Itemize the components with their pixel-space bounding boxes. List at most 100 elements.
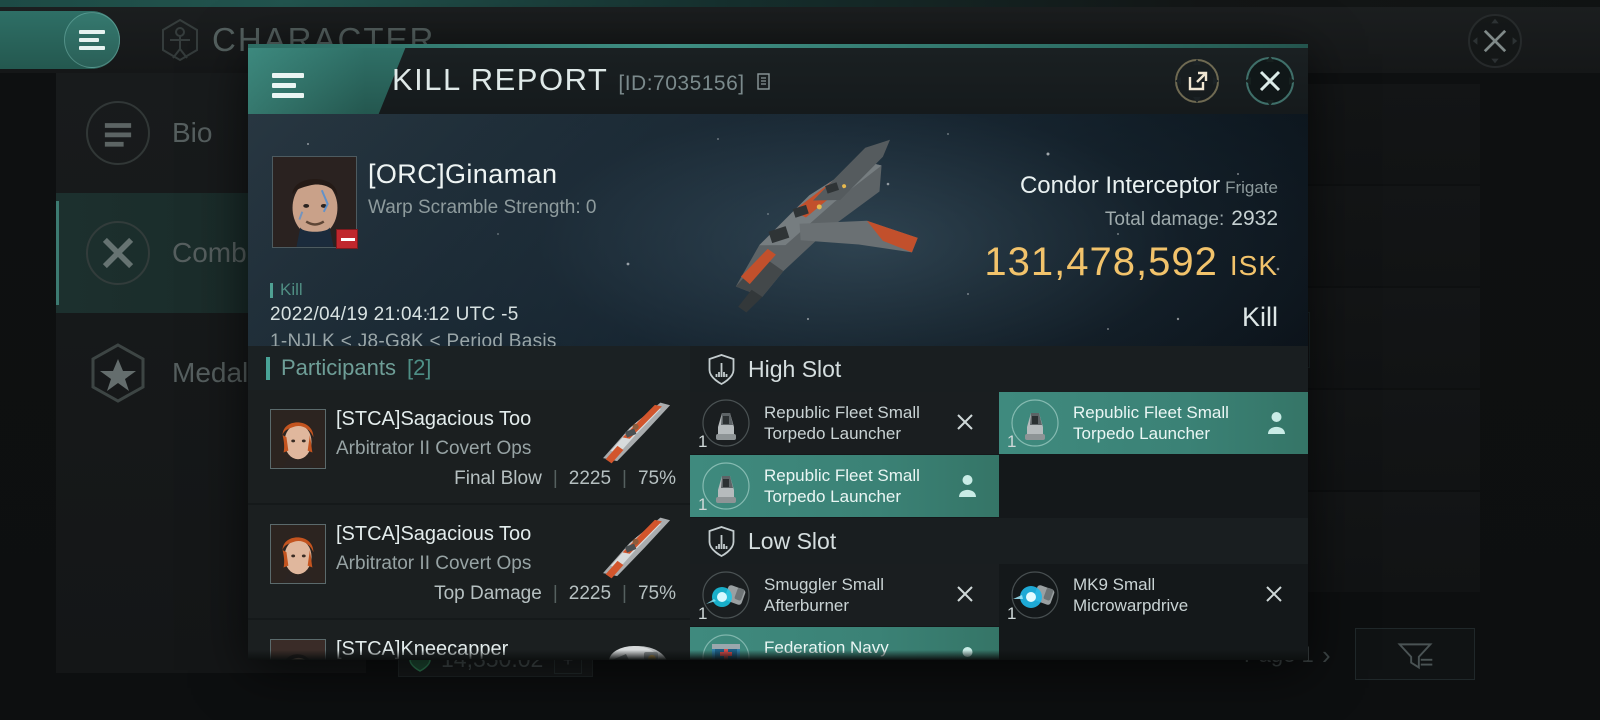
character-hexagon-icon bbox=[162, 18, 198, 62]
participant-stat-label: Top Damage bbox=[434, 583, 542, 604]
module-name: Republic Fleet Small Torpedo Launcher bbox=[1073, 403, 1229, 443]
participants-header: Participants [2] bbox=[248, 346, 690, 390]
x-icon bbox=[957, 586, 973, 602]
shield-slot-icon bbox=[708, 353, 735, 385]
table-row[interactable]: [STCA]Sagacious Too Arbitrator II Covert… bbox=[248, 505, 690, 618]
background-hamburger-menu-button[interactable] bbox=[64, 12, 120, 68]
close-button[interactable] bbox=[1244, 55, 1296, 107]
participant-stats: Final Blow | 2225 | 75% bbox=[454, 468, 676, 490]
avatar bbox=[270, 524, 326, 584]
x-icon bbox=[957, 414, 973, 430]
background-filter-button[interactable] bbox=[1355, 628, 1475, 680]
crossed-swords-icon bbox=[86, 221, 150, 285]
copy-icon[interactable] bbox=[756, 73, 773, 92]
microwarpdrive-icon bbox=[1009, 569, 1061, 621]
participant-portrait bbox=[271, 525, 325, 583]
high-slot-modules: 1 Republic Fleet Small Torpedo Launcher bbox=[690, 392, 1308, 518]
victim-name: [ORC]Ginaman bbox=[368, 159, 558, 189]
participant-percent: 75% bbox=[637, 468, 676, 489]
modal-body: Participants [2] [STCA]Sagacious Too Arb… bbox=[248, 346, 1308, 660]
participant-damage: 2225 bbox=[568, 468, 612, 489]
module-name: Smuggler Small Afterburner bbox=[764, 575, 884, 615]
list-circle-icon bbox=[86, 101, 150, 165]
participant-name: [STCA]Sagacious Too bbox=[336, 523, 532, 545]
participant-stat-label: Final Blow bbox=[454, 468, 542, 489]
slot-section-title: Low Slot bbox=[748, 527, 837, 554]
participant-damage: 2225 bbox=[568, 583, 612, 604]
module-count: 1 bbox=[698, 495, 708, 514]
participant-ship-render bbox=[603, 517, 671, 579]
fitting-panel: High Slot 1 Republic Fleet Small Torpedo… bbox=[690, 346, 1308, 660]
torpedo-launcher-icon bbox=[700, 460, 752, 512]
kill-outcome: Kill bbox=[1241, 302, 1278, 332]
share-button[interactable] bbox=[1173, 57, 1221, 105]
star-hexagon-icon bbox=[86, 341, 150, 405]
x-icon bbox=[1266, 586, 1282, 602]
external-link-icon bbox=[1175, 59, 1219, 103]
table-row[interactable]: [STCA]Sagacious Too Arbitrator II Covert… bbox=[248, 390, 690, 503]
background-next-page-button[interactable]: › bbox=[1322, 640, 1331, 671]
isk-unit: ISK bbox=[1229, 250, 1278, 281]
total-damage-label: Total damage: bbox=[1104, 209, 1225, 230]
modal-bottom-fade bbox=[248, 650, 1308, 660]
destroyed-ship-render bbox=[735, 139, 918, 313]
fitted-module[interactable]: 1 Smuggler Small Afterburner bbox=[690, 564, 999, 626]
victim-ship-name: Condor Interceptor bbox=[1019, 172, 1221, 199]
screen-root: CHARACTER Bio Combat Medal + › KILL REPO… bbox=[0, 0, 1600, 720]
slot-section-header-low: Low Slot bbox=[690, 518, 1308, 564]
divider: | bbox=[622, 583, 627, 604]
sidebar-item-label: Medal bbox=[172, 357, 249, 388]
filter-icon bbox=[1397, 643, 1433, 670]
person-icon bbox=[959, 475, 976, 497]
section-accent-bar bbox=[266, 356, 270, 380]
hamburger-menu-icon bbox=[272, 68, 304, 103]
victim-ship-class: Frigate bbox=[1225, 178, 1278, 197]
background-close-button[interactable] bbox=[1468, 14, 1522, 68]
module-count: 1 bbox=[1007, 604, 1017, 623]
divider: | bbox=[622, 468, 627, 489]
participant-ship: Arbitrator II Covert Ops bbox=[336, 438, 532, 459]
warp-scramble-strength: Warp Scramble Strength: 0 bbox=[368, 197, 597, 218]
modal-title-group: KILL REPORT [ID:7035156] bbox=[392, 62, 773, 98]
module-name: MK9 Small Microwarpdrive bbox=[1073, 575, 1189, 615]
close-icon bbox=[1245, 56, 1295, 106]
participant-name: [STCA]Sagacious Too bbox=[336, 408, 532, 430]
fitted-module[interactable]: 1 Republic Fleet Small Torpedo Launcher bbox=[690, 455, 999, 517]
fitted-module[interactable]: 1 Republic Fleet Small Torpedo Launcher bbox=[999, 392, 1308, 454]
shield-slot-icon bbox=[708, 525, 735, 557]
empty-slot bbox=[999, 455, 1308, 517]
isk-value: 131,478,592 bbox=[984, 240, 1218, 284]
modal-menu-glow bbox=[248, 48, 398, 114]
module-count: 1 bbox=[698, 604, 708, 623]
result-tag: Kill bbox=[270, 280, 303, 300]
torpedo-launcher-icon bbox=[1009, 397, 1061, 449]
module-name: Republic Fleet Small Torpedo Launcher bbox=[764, 403, 920, 443]
kill-report-modal: KILL REPORT [ID:7035156] [ORC]Ginaman Wa… bbox=[248, 44, 1308, 660]
slot-section-header-high: High Slot bbox=[690, 346, 1308, 392]
sidebar-item-label: Bio bbox=[172, 117, 213, 148]
participants-title: Participants bbox=[281, 355, 396, 380]
fitted-module[interactable]: 1 MK9 Small Microwarpdrive bbox=[999, 564, 1308, 626]
divider: | bbox=[552, 583, 558, 604]
participants-list: [STCA]Sagacious Too Arbitrator II Covert… bbox=[248, 390, 690, 660]
torpedo-launcher-icon bbox=[700, 397, 752, 449]
participants-count: [2] bbox=[406, 355, 432, 380]
participant-ship-render bbox=[603, 402, 671, 464]
fitted-module[interactable]: 1 Republic Fleet Small Torpedo Launcher bbox=[690, 392, 999, 454]
top-accent-strip bbox=[0, 0, 1600, 7]
page-title: KILL REPORT bbox=[392, 62, 609, 97]
kill-location: 1-NJLK < J8-G8K < Period Basis bbox=[270, 331, 557, 346]
participant-stats: Top Damage | 2225 | 75% bbox=[434, 583, 676, 605]
divider: | bbox=[552, 468, 558, 489]
kill-report-id: [ID:7035156] bbox=[618, 72, 745, 95]
participant-ship: Arbitrator II Covert Ops bbox=[336, 553, 532, 574]
hamburger-menu-icon bbox=[79, 26, 105, 54]
status-badge bbox=[336, 229, 358, 249]
participant-portrait bbox=[271, 410, 325, 468]
afterburner-icon bbox=[700, 569, 752, 621]
slot-section-title: High Slot bbox=[748, 355, 842, 382]
low-slot-modules: 1 Smuggler Small Afterburner 1 MK9 Small… bbox=[690, 564, 1308, 660]
module-count: 1 bbox=[698, 432, 708, 451]
module-count: 1 bbox=[1007, 432, 1017, 451]
kill-hero-banner: [ORC]Ginaman Warp Scramble Strength: 0 K… bbox=[248, 114, 1308, 346]
